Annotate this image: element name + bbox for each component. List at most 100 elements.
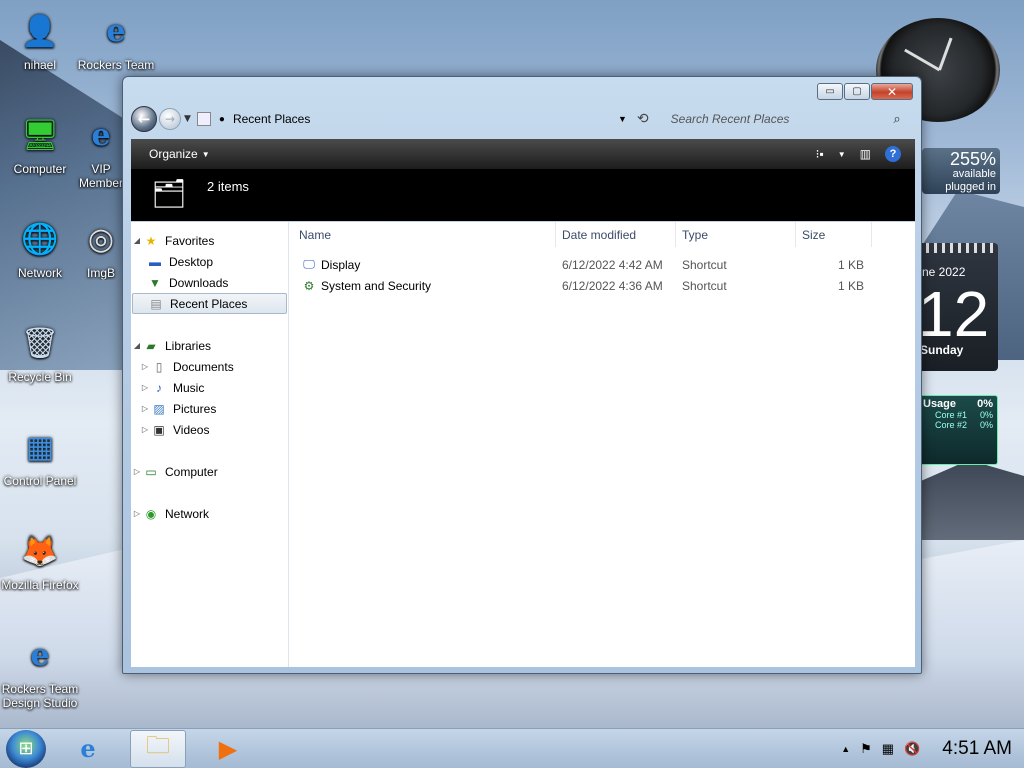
file-row[interactable]: ⚙ System and Security 6/12/2022 4:36 AM … <box>289 275 915 296</box>
help-icon[interactable]: ? <box>885 146 901 162</box>
desktop-icon-vip-member[interactable]: e VIP Member <box>76 114 126 191</box>
cpu-core-row: Core #2 0% <box>935 420 993 430</box>
documents-icon: ▯ <box>155 359 163 374</box>
volume-muted-icon[interactable]: 🔇 <box>904 741 920 757</box>
file-row[interactable]: 🖵 Display 6/12/2022 4:42 AM Shortcut 1 K… <box>289 254 915 275</box>
nav-favorites[interactable]: ◢ ★ Favorites <box>131 230 288 251</box>
action-center-flag-icon[interactable]: ⚑ <box>860 741 872 757</box>
command-bar-tools: ⁝▪ ▼ ▥ ? <box>816 146 915 162</box>
collapsed-arrow-icon[interactable]: ▷ <box>139 425 151 434</box>
downloads-icon: ▼ <box>149 275 161 290</box>
user-icon: 👤 <box>21 15 59 48</box>
desktop-icon-rockers-team[interactable]: e Rockers Team <box>76 10 156 73</box>
expand-arrow-icon[interactable]: ◢ <box>131 341 143 350</box>
star-icon: ★ <box>145 233 157 248</box>
column-headers: Name Date modified Type Size <box>289 222 915 248</box>
address-bar[interactable]: ● Recent Places ▼ <box>196 107 637 131</box>
desktop-icon-rockers-team-design-studio[interactable]: e Rockers Team Design Studio <box>0 634 80 711</box>
computer-icon: 🖥 <box>20 119 60 152</box>
file-date: 6/12/2022 4:42 AM <box>562 257 663 272</box>
change-view-icon[interactable]: ⁝▪ <box>816 147 824 161</box>
nav-pictures[interactable]: ▷ ▨ Pictures <box>131 398 288 419</box>
preview-pane-icon[interactable]: ▥ <box>860 147 871 161</box>
internet-explorer-icon: e <box>106 14 126 49</box>
recent-places-icon <box>196 112 211 126</box>
column-header-type[interactable]: Type <box>676 222 796 247</box>
nav-music[interactable]: ▷ ♪ Music <box>131 377 288 398</box>
minimize-button[interactable]: ▭ <box>817 83 843 100</box>
collapsed-arrow-icon[interactable]: ▷ <box>139 383 151 392</box>
desktop-icon-computer[interactable]: 🖥 Computer <box>0 114 80 177</box>
search-input[interactable]: Search Recent Places ⌕ <box>667 107 907 131</box>
media-player-icon: ▶ <box>218 734 238 763</box>
recent-pages-dropdown[interactable]: ▼ <box>184 114 191 124</box>
desktop-icon-user[interactable]: 👤 nihael <box>0 10 80 73</box>
file-name: System and Security <box>321 278 432 293</box>
column-header-name[interactable]: Name <box>289 222 556 247</box>
nav-videos[interactable]: ▷ ▣ Videos <box>131 419 288 440</box>
window-controls: ▭ ▢ ✕ <box>817 83 913 100</box>
organize-button[interactable]: Organize ▼ <box>131 147 210 161</box>
show-hidden-icons-icon[interactable]: ▲ <box>841 744 850 754</box>
internet-explorer-icon: e <box>30 638 50 673</box>
taskbar-clock[interactable]: 4:51 AM <box>942 738 1012 760</box>
battery-percent: 255% <box>949 149 996 169</box>
recent-places-icon: ▤ <box>150 296 162 311</box>
nav-network[interactable]: ▷ ◉ Network <box>131 503 288 524</box>
maximize-button[interactable]: ▢ <box>844 83 870 100</box>
refresh-icon[interactable]: ⟲ <box>637 111 649 127</box>
navigation-bar: ← → ▼ ● Recent Places ▼ ⟲ Search Recent … <box>131 105 915 133</box>
column-header-date-modified[interactable]: Date modified <box>556 222 676 247</box>
desktop-icon-control-panel[interactable]: ▦ Control Panel <box>0 426 80 489</box>
taskbar-media-player[interactable]: ▶ <box>200 730 256 768</box>
taskbar-windows-explorer[interactable]: 🗀 <box>130 729 186 768</box>
calendar-month: ne 2022 <box>922 265 966 279</box>
desktop-icon-recycle-bin[interactable]: 🗑 Recycle Bin <box>0 322 80 385</box>
collapsed-arrow-icon[interactable]: ▷ <box>131 467 143 476</box>
cpu-core-row: Core #1 0% <box>935 410 993 420</box>
collapsed-arrow-icon[interactable]: ▷ <box>139 404 151 413</box>
pictures-icon: ▨ <box>153 401 165 416</box>
battery-available: available <box>952 168 996 180</box>
forward-button[interactable]: → <box>159 108 181 130</box>
nav-recent-places[interactable]: ▤ Recent Places <box>132 293 287 314</box>
content-area: ◢ ★ Favorites ▬ Desktop ▼ Downloads ▤ Re… <box>131 222 915 667</box>
network-icon: 🌐 <box>21 223 59 256</box>
desktop-icon-imgburn[interactable]: ◎ ImgB <box>76 218 126 281</box>
close-button[interactable]: ✕ <box>871 83 913 100</box>
desktop-icon-network[interactable]: 🌐 Network <box>0 218 80 281</box>
cpu-total: 0% <box>977 398 993 410</box>
expand-arrow-icon[interactable]: ◢ <box>131 236 143 245</box>
breadcrumb-recent-places[interactable]: Recent Places <box>233 112 310 126</box>
file-size: 1 KB <box>837 257 864 272</box>
nav-libraries[interactable]: ◢ ▰ Libraries <box>131 335 288 356</box>
desktop-icon-firefox[interactable]: 🦊 Mozilla Firefox <box>0 530 80 593</box>
collapsed-arrow-icon[interactable]: ▷ <box>139 362 151 371</box>
calendar-gadget[interactable]: ne 2022 12 Sunday <box>918 243 998 371</box>
battery-gadget[interactable]: 255% available plugged in <box>922 148 1000 194</box>
cpu-gadget[interactable]: Usage 0% Core #1 0% Core #2 0% <box>918 395 998 465</box>
view-options-dropdown-icon[interactable]: ▼ <box>838 150 846 159</box>
chevron-down-icon: ▼ <box>201 149 210 159</box>
back-button[interactable]: ← <box>131 106 157 132</box>
column-header-size[interactable]: Size <box>796 222 872 247</box>
nav-computer[interactable]: ▷ ▭ Computer <box>131 461 288 482</box>
nav-downloads[interactable]: ▼ Downloads <box>131 272 288 293</box>
taskbar-internet-explorer[interactable]: e <box>60 730 116 768</box>
nav-desktop[interactable]: ▬ Desktop <box>131 251 288 272</box>
start-button[interactable]: ⊞ <box>6 729 46 768</box>
control-panel-icon: ▦ <box>25 431 55 464</box>
clock-minute-hand <box>904 48 941 72</box>
videos-icon: ▣ <box>153 422 165 437</box>
nav-documents[interactable]: ▷ ▯ Documents <box>131 356 288 377</box>
recent-places-large-icon: 🗂 <box>151 177 187 209</box>
wallpaper-rocks <box>914 460 1024 540</box>
address-dropdown-icon[interactable]: ▼ <box>618 114 627 124</box>
collapsed-arrow-icon[interactable]: ▷ <box>131 509 143 518</box>
network-status-icon[interactable]: ▦ <box>882 741 894 757</box>
file-name: Display <box>321 257 361 272</box>
explorer-window: ▭ ▢ ✕ ← → ▼ ● Recent Places ▼ ⟲ Search R… <box>122 76 922 674</box>
search-icon[interactable]: ⌕ <box>893 111 900 127</box>
breadcrumb-separator-icon[interactable]: ● <box>219 114 225 125</box>
desktop-icon: ▬ <box>149 254 161 269</box>
